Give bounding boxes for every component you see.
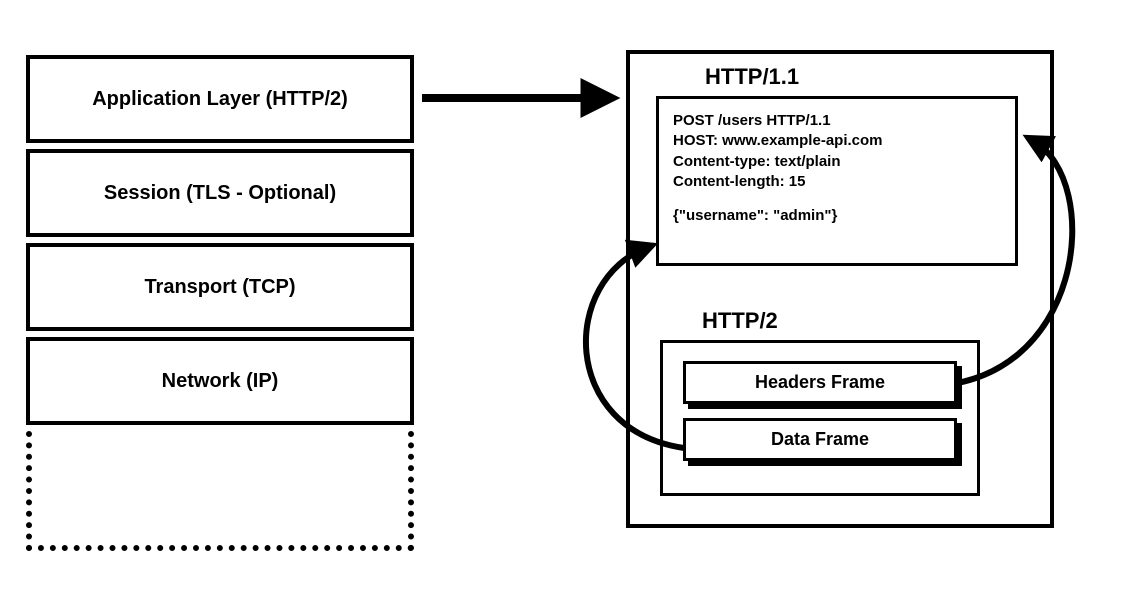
http2-heading: HTTP/2 (702, 308, 778, 334)
layer-label: Network (IP) (162, 370, 279, 393)
http11-request-box: POST /users HTTP/1.1 HOST: www.example-a… (656, 96, 1018, 266)
http11-content-type: Content-type: text/plain (673, 152, 1001, 172)
http11-heading: HTTP/1.1 (705, 64, 799, 90)
http11-content-length: Content-length: 15 (673, 172, 1001, 192)
layer-label: Application Layer (HTTP/2) (92, 88, 348, 111)
layer-transport: Transport (TCP) (26, 243, 414, 331)
layer-label: Transport (TCP) (144, 276, 295, 299)
http11-request-line: POST /users HTTP/1.1 (673, 111, 1001, 131)
http2-frames-box: Headers Frame Data Frame (660, 340, 980, 496)
headers-frame-box: Headers Frame (683, 361, 957, 404)
protocol-stack: Application Layer (HTTP/2) Session (TLS … (26, 55, 414, 431)
layer-network: Network (IP) (26, 337, 414, 425)
stack-continuation-dotted (26, 431, 414, 551)
layer-label: Session (TLS - Optional) (104, 182, 336, 205)
data-frame-label: Data Frame (683, 418, 957, 461)
layer-application: Application Layer (HTTP/2) (26, 55, 414, 143)
http11-host-header: HOST: www.example-api.com (673, 131, 1001, 151)
http11-body: {"username": "admin"} (673, 206, 1001, 226)
data-frame-box: Data Frame (683, 418, 957, 461)
layer-session: Session (TLS - Optional) (26, 149, 414, 237)
headers-frame-label: Headers Frame (683, 361, 957, 404)
